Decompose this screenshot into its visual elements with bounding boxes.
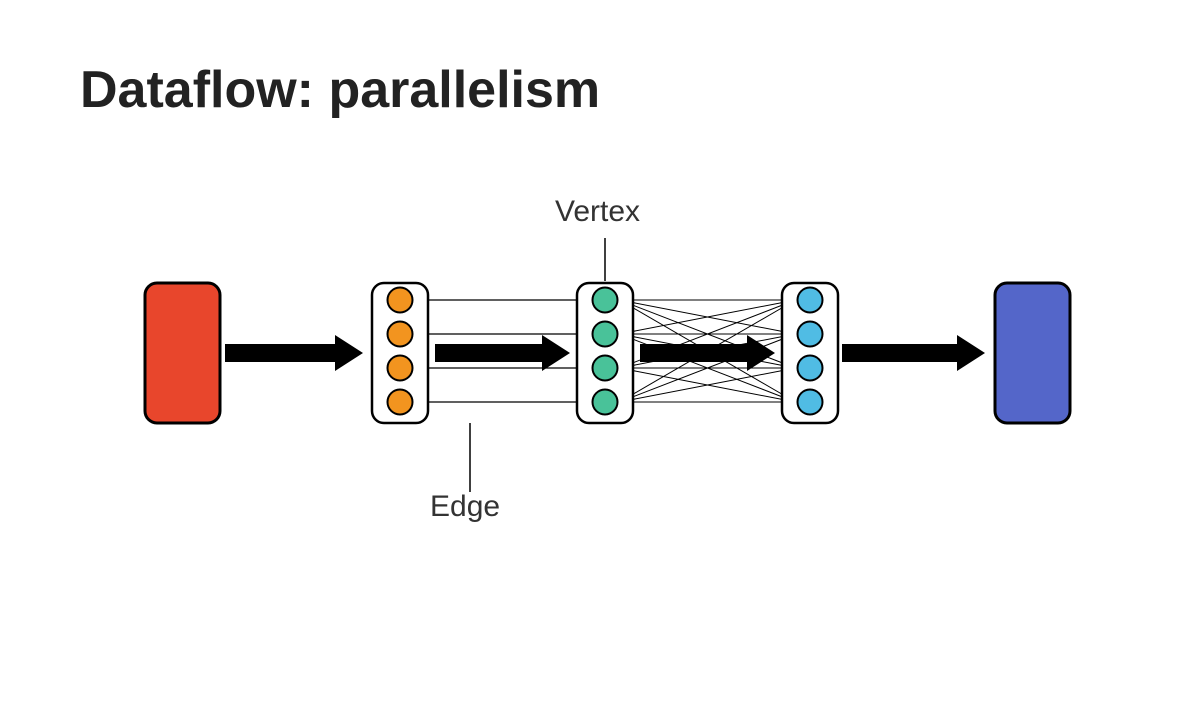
vertex-node bbox=[388, 322, 413, 347]
flow-arrow bbox=[225, 335, 363, 371]
vertex-node bbox=[798, 322, 823, 347]
vertex-node bbox=[388, 356, 413, 381]
flow-arrow bbox=[435, 335, 570, 371]
vertex-node bbox=[593, 322, 618, 347]
dataflow-diagram bbox=[0, 0, 1191, 720]
vertex-node bbox=[593, 288, 618, 313]
vertex-node bbox=[388, 390, 413, 415]
source-block bbox=[145, 283, 220, 423]
vertex-node bbox=[388, 288, 413, 313]
vertex-node bbox=[593, 356, 618, 381]
flow-arrow bbox=[640, 335, 775, 371]
flow-arrow bbox=[842, 335, 985, 371]
slide: Dataflow: parallelism Vertex Edge bbox=[0, 0, 1191, 720]
vertex-node bbox=[798, 356, 823, 381]
vertex-node bbox=[593, 390, 618, 415]
vertex-node bbox=[798, 390, 823, 415]
vertex-node bbox=[798, 288, 823, 313]
sink-block bbox=[995, 283, 1070, 423]
